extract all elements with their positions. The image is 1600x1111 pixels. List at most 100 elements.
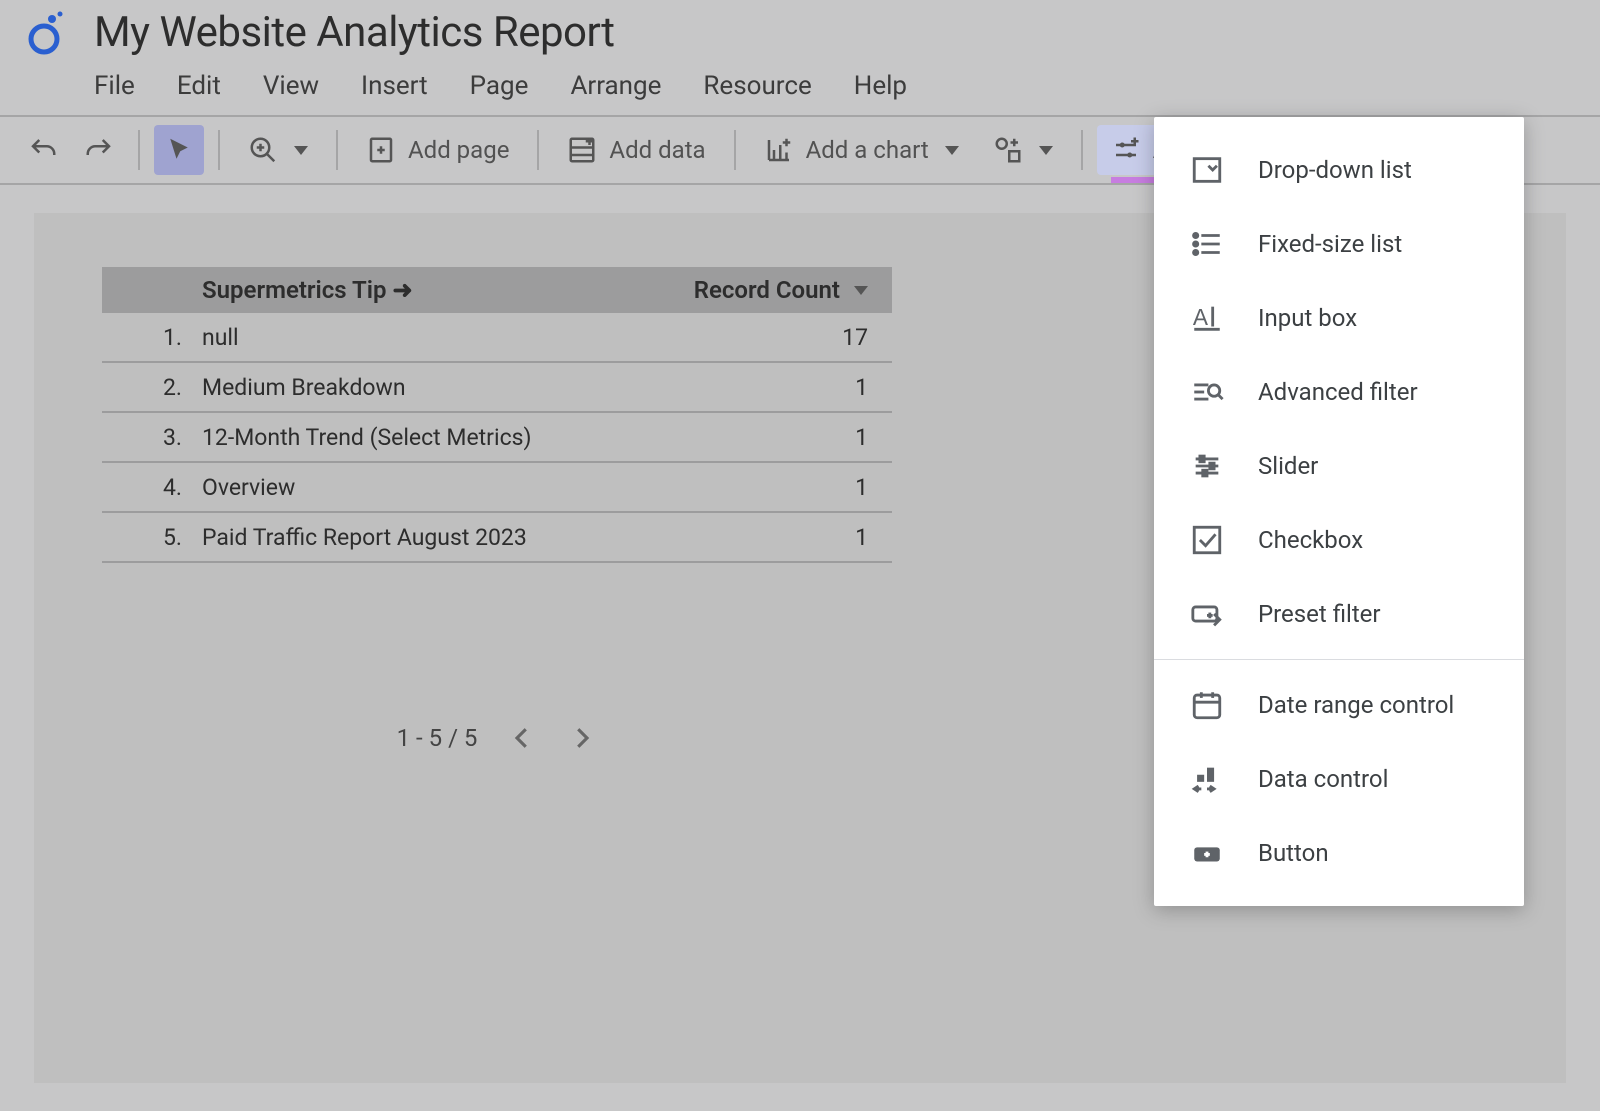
control-option-button[interactable]: Button <box>1154 816 1524 890</box>
menu-resource[interactable]: Resource <box>703 71 811 101</box>
control-option-label: Checkbox <box>1258 526 1363 554</box>
row-index: 4. <box>102 474 202 501</box>
document-title[interactable]: My Website Analytics Report <box>94 8 615 57</box>
menu-arrange[interactable]: Arrange <box>570 71 661 101</box>
row-index: 5. <box>102 524 202 551</box>
select-tool-button[interactable] <box>154 125 204 175</box>
table-row[interactable]: 2.Medium Breakdown1 <box>102 363 892 413</box>
row-label: 12-Month Trend (Select Metrics) <box>202 424 692 451</box>
input-box-icon: A <box>1190 301 1224 335</box>
report-table[interactable]: Supermetrics Tip ➜ Record Count 1.null17… <box>102 267 892 563</box>
add-control-dropdown: Drop-down listFixed-size listAInput boxA… <box>1154 117 1524 906</box>
menu-insert[interactable]: Insert <box>361 71 428 101</box>
header-dimension-label: Supermetrics Tip ➜ <box>202 276 413 304</box>
control-option-preset-filter[interactable]: Preset filter <box>1154 577 1524 651</box>
pointer-icon <box>164 135 194 165</box>
zoom-button[interactable] <box>234 125 322 175</box>
undo-button[interactable] <box>18 125 68 175</box>
add-chart-button[interactable]: Add a chart <box>750 125 973 175</box>
svg-text:A: A <box>1193 304 1209 330</box>
row-value: 1 <box>692 424 892 451</box>
toolbar-separator <box>336 130 338 170</box>
pager: 1 - 5 / 5 <box>102 723 892 753</box>
add-data-icon <box>567 135 597 165</box>
toolbar-separator <box>734 130 736 170</box>
toolbar-separator <box>1081 130 1083 170</box>
control-option-dropdown-list[interactable]: Drop-down list <box>1154 133 1524 207</box>
table-row[interactable]: 5.Paid Traffic Report August 20231 <box>102 513 892 563</box>
adv-filter-icon <box>1190 375 1224 409</box>
add-page-button[interactable]: Add page <box>352 125 523 175</box>
dropdown-list-icon <box>1190 153 1224 187</box>
add-chart-label: Add a chart <box>806 136 929 164</box>
control-option-label: Advanced filter <box>1258 378 1418 406</box>
shapes-icon <box>993 135 1023 165</box>
preset-filter-icon <box>1190 597 1224 631</box>
menu-page[interactable]: Page <box>470 71 529 101</box>
data-control-icon <box>1190 762 1224 796</box>
prev-page-button[interactable] <box>507 723 537 753</box>
row-label: null <box>202 324 692 351</box>
control-option-label: Input box <box>1258 304 1357 332</box>
control-option-label: Preset filter <box>1258 600 1381 628</box>
row-value: 1 <box>692 474 892 501</box>
fixed-list-icon <box>1190 227 1224 261</box>
table-row[interactable]: 3.12-Month Trend (Select Metrics)1 <box>102 413 892 463</box>
control-option-data-control[interactable]: Data control <box>1154 742 1524 816</box>
app-logo-icon <box>22 11 66 55</box>
menu-view[interactable]: View <box>263 71 319 101</box>
control-option-label: Data control <box>1258 765 1388 793</box>
row-index: 1. <box>102 324 202 351</box>
control-option-slider[interactable]: Slider <box>1154 429 1524 503</box>
row-label: Overview <box>202 474 692 501</box>
date-range-icon <box>1190 688 1224 722</box>
table-row[interactable]: 1.null17 <box>102 313 892 363</box>
control-option-label: Drop-down list <box>1258 156 1412 184</box>
control-option-label: Button <box>1258 839 1329 867</box>
menu-bar: File Edit View Insert Page Arrange Resou… <box>22 57 1578 115</box>
redo-icon <box>84 135 114 165</box>
toolbar-separator <box>138 130 140 170</box>
control-option-input-box[interactable]: A Input box <box>1154 281 1524 355</box>
add-data-label: Add data <box>609 136 705 164</box>
community-viz-button[interactable] <box>979 125 1067 175</box>
row-label: Paid Traffic Report August 2023 <box>202 524 692 551</box>
header: My Website Analytics Report File Edit Vi… <box>0 0 1600 115</box>
redo-button[interactable] <box>74 125 124 175</box>
header-dimension[interactable]: Supermetrics Tip ➜ <box>202 276 692 304</box>
pager-label: 1 - 5 / 5 <box>397 724 478 752</box>
control-option-label: Date range control <box>1258 691 1454 719</box>
header-metric-label: Record Count <box>694 276 840 304</box>
row-value: 1 <box>692 374 892 401</box>
add-data-button[interactable]: Add data <box>553 125 719 175</box>
row-value: 17 <box>692 324 892 351</box>
control-option-label: Slider <box>1258 452 1318 480</box>
control-option-label: Fixed-size list <box>1258 230 1402 258</box>
row-index: 2. <box>102 374 202 401</box>
toolbar-separator <box>218 130 220 170</box>
next-page-button[interactable] <box>567 723 597 753</box>
table-header[interactable]: Supermetrics Tip ➜ Record Count <box>102 267 892 313</box>
chevron-down-icon <box>1039 146 1053 155</box>
zoom-icon <box>248 135 278 165</box>
button-icon <box>1190 836 1224 870</box>
add-page-label: Add page <box>408 136 509 164</box>
undo-icon <box>28 135 58 165</box>
chevron-down-icon <box>945 146 959 155</box>
slider-icon <box>1190 449 1224 483</box>
checkbox-icon <box>1190 523 1224 557</box>
table-row[interactable]: 4.Overview1 <box>102 463 892 513</box>
chart-icon <box>764 135 794 165</box>
sort-desc-icon <box>854 286 868 295</box>
menu-help[interactable]: Help <box>854 71 907 101</box>
menu-edit[interactable]: Edit <box>177 71 221 101</box>
menu-file[interactable]: File <box>94 71 135 101</box>
control-icon <box>1111 135 1141 165</box>
row-label: Medium Breakdown <box>202 374 692 401</box>
add-page-icon <box>366 135 396 165</box>
control-option-date-range[interactable]: Date range control <box>1154 668 1524 742</box>
control-option-adv-filter[interactable]: Advanced filter <box>1154 355 1524 429</box>
header-metric[interactable]: Record Count <box>692 276 892 304</box>
control-option-checkbox[interactable]: Checkbox <box>1154 503 1524 577</box>
control-option-fixed-list[interactable]: Fixed-size list <box>1154 207 1524 281</box>
